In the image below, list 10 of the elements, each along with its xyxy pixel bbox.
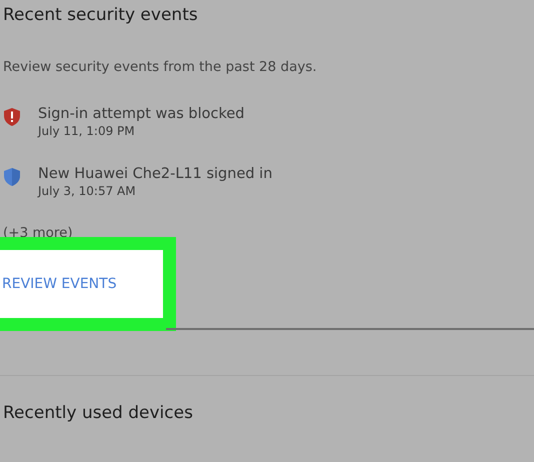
event-title: Sign-in attempt was blocked — [38, 106, 244, 122]
review-events-button[interactable]: REVIEW EVENTS — [0, 237, 176, 331]
event-time: July 3, 10:57 AM — [38, 184, 137, 198]
alert-shield-icon — [4, 108, 20, 126]
event-title: New Huawei Che2-L11 signed in — [38, 166, 272, 182]
shield-icon — [4, 168, 20, 186]
section-title: Recently used devices — [3, 403, 193, 423]
section-description: Review security events from the past 28 days. — [3, 59, 317, 75]
event-time: July 11, 1:09 PM — [38, 124, 136, 138]
section-title: Recent security events — [3, 5, 198, 25]
